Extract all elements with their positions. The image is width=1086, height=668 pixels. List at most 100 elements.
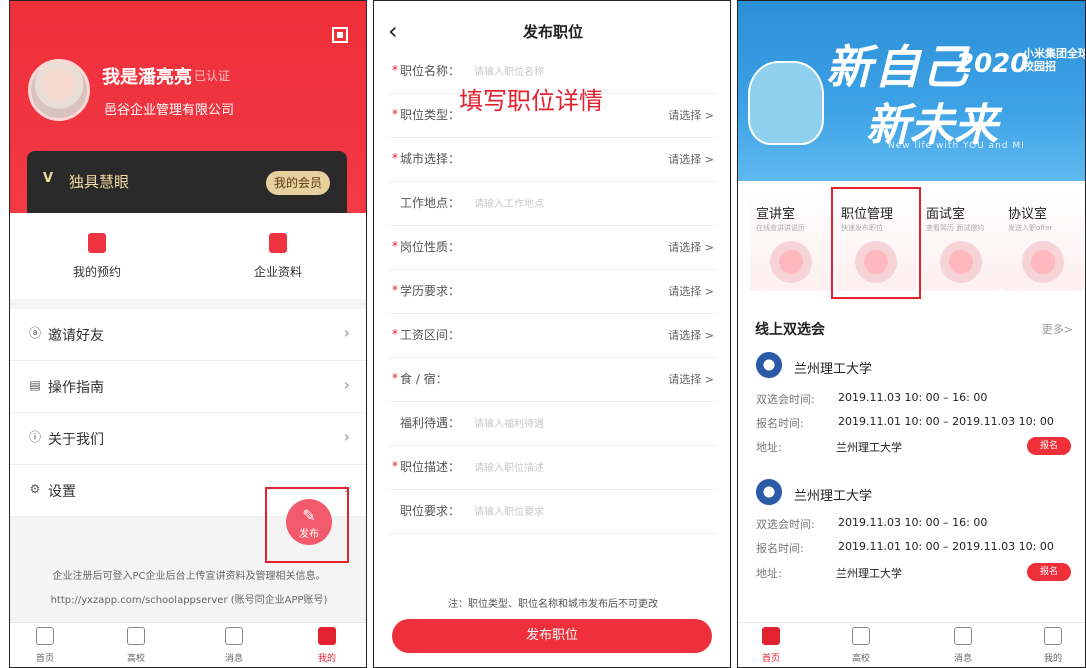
verified-badge: 已认证: [194, 69, 231, 83]
promo-banner[interactable]: 新自己 2020 小米集团全球校园招 新未来 New life with YOU…: [738, 1, 1086, 181]
quick-action-appointments[interactable]: 我的预约: [47, 233, 147, 280]
fair-time-label: 双选会时间:: [756, 393, 815, 406]
tab-home[interactable]: 首页: [746, 627, 796, 664]
info-icon: ⓘ: [28, 430, 41, 444]
my-membership-button[interactable]: 我的会员: [266, 171, 330, 195]
tab-schools[interactable]: 高校: [836, 627, 886, 664]
card-subtitle: 在线宣讲讲说历: [756, 224, 805, 232]
field-education[interactable]: * 学历要求： 请选择 >: [388, 269, 718, 314]
tab-mine[interactable]: 我的: [1028, 627, 1078, 664]
menu-item-invite[interactable]: ⓐ 邀请好友 ›: [10, 309, 366, 361]
field-job-nature[interactable]: * 岗位性质： 请选择 >: [388, 225, 718, 270]
field-label: 城市选择：: [400, 152, 461, 166]
menu-item-about[interactable]: ⓘ 关于我们 ›: [10, 413, 366, 465]
menu-item-label: 操作指南: [48, 380, 104, 396]
quick-actions: 我的预约 企业资料: [10, 213, 366, 299]
book-icon: ▤: [29, 378, 41, 392]
megaphone-icon: [770, 241, 812, 283]
vip-icon: V: [43, 171, 54, 186]
field-label: 福利待遇：: [400, 416, 461, 430]
quick-action-label: 企业资料: [253, 265, 302, 279]
bottom-tab-bar: 首页 高校 消息 我的: [738, 622, 1085, 667]
field-placeholder[interactable]: 请输入工作地点: [474, 195, 544, 210]
gear-icon: ⚙: [29, 482, 41, 496]
banner-year: 2020: [956, 49, 1029, 79]
field-work-location[interactable]: 工作地点： 请输入工作地点: [388, 181, 718, 226]
banner-company: 小米集团全球校园招: [1023, 47, 1086, 73]
field-placeholder[interactable]: 请输入职位名称: [474, 63, 544, 78]
select-trigger[interactable]: 请选择 >: [668, 107, 714, 123]
menu-item-guide[interactable]: ▤ 操作指南 ›: [10, 361, 366, 413]
school-name[interactable]: 兰州理工大学: [794, 485, 872, 504]
required-mark: *: [392, 151, 398, 165]
field-benefits[interactable]: 福利待遇： 请输入福利待遇: [388, 401, 718, 446]
card-interview-room[interactable]: 面试室 查看简历 面试邀约: [920, 189, 1002, 291]
section-title: 线上双选会: [755, 322, 825, 338]
register-button[interactable]: 报名: [1027, 437, 1071, 455]
signup-time-value: 2019.11.01 10: 00 – 2019.11.03 10: 00: [838, 415, 1054, 428]
page-title: 发布职位: [522, 23, 583, 41]
menu-item-label: 设置: [48, 484, 76, 500]
building-icon: [852, 627, 870, 645]
publish-job-button[interactable]: 发布职位: [392, 619, 712, 653]
card-title: 协议室: [1008, 207, 1048, 222]
tab-label: 高校: [851, 654, 870, 664]
person-icon: ⓐ: [28, 326, 41, 340]
select-trigger[interactable]: 请选择 >: [668, 283, 714, 299]
field-salary[interactable]: * 工资区间： 请选择 >: [388, 313, 718, 358]
field-placeholder[interactable]: 请输入职位描述: [474, 459, 544, 474]
banner-headline-1: 新自己: [826, 40, 970, 94]
tab-messages[interactable]: 消息: [209, 627, 259, 664]
quick-action-company-info[interactable]: 企业资料: [228, 233, 328, 280]
signup-time-value: 2019.11.01 10: 00 – 2019.11.03 10: 00: [838, 540, 1054, 553]
field-label: 职位要求：: [400, 504, 461, 518]
tab-messages[interactable]: 消息: [938, 627, 988, 664]
home-icon: [762, 627, 780, 645]
select-trigger[interactable]: 请选择 >: [668, 327, 714, 343]
field-label: 食 / 宿：: [400, 372, 448, 386]
card-agreement-room[interactable]: 协议室 发送入职offer: [1002, 189, 1084, 291]
tab-home[interactable]: 首页: [20, 627, 70, 664]
fair-time-value: 2019.11.03 10: 00 – 16: 00: [838, 516, 988, 529]
field-job-requirements[interactable]: 职位要求： 请输入职位要求: [388, 489, 718, 534]
menu-item-label: 关于我们: [48, 432, 104, 448]
signup-time-label: 报名时间:: [756, 542, 804, 555]
tab-label: 消息: [224, 654, 243, 664]
required-mark: *: [392, 371, 398, 385]
select-trigger[interactable]: 请选择 >: [668, 239, 714, 255]
field-job-description[interactable]: * 职位描述： 请输入职位描述: [388, 445, 718, 490]
card-presentation-room[interactable]: 宣讲室 在线宣讲讲说历: [750, 189, 832, 291]
field-board-lodging[interactable]: * 食 / 宿： 请选择 >: [388, 357, 718, 402]
field-placeholder[interactable]: 请输入职位要求: [474, 503, 544, 518]
tab-schools[interactable]: 高校: [111, 627, 161, 664]
register-button[interactable]: 报名: [1027, 563, 1071, 581]
address-label: 地址:: [756, 441, 782, 454]
field-label: 学历要求：: [400, 284, 461, 298]
vip-card[interactable]: V 独具慧眼 我的会员: [27, 151, 347, 213]
required-mark: *: [392, 107, 398, 121]
required-mark: *: [392, 283, 398, 297]
tab-mine[interactable]: 我的: [302, 627, 352, 664]
info-url[interactable]: http://yxzapp.com/schoolappserver (账号同企业…: [10, 591, 366, 606]
pen-icon: ✎: [302, 506, 316, 525]
select-trigger[interactable]: 请选择 >: [668, 151, 714, 167]
user-name: 我是潘亮亮: [102, 67, 192, 88]
select-trigger[interactable]: 请选择 >: [668, 371, 714, 387]
field-city[interactable]: * 城市选择： 请选择 >: [388, 137, 718, 182]
vip-title: 独具慧眼: [69, 173, 130, 191]
qr-code-icon[interactable]: [332, 27, 348, 43]
tab-label: 我的: [317, 654, 336, 664]
chevron-right-icon: ›: [343, 375, 350, 394]
school-name[interactable]: 兰州理工大学: [794, 358, 872, 377]
calendar-icon: [88, 233, 106, 253]
field-placeholder[interactable]: 请输入福利待遇: [474, 415, 544, 430]
chevron-right-icon: ›: [343, 427, 350, 446]
fair-time-value: 2019.11.03 10: 00 – 16: 00: [838, 391, 988, 404]
avatar[interactable]: [28, 59, 90, 121]
required-mark: *: [392, 327, 398, 341]
more-link[interactable]: 更多>: [1042, 321, 1073, 337]
required-mark: *: [392, 459, 398, 473]
tab-label: 消息: [953, 654, 972, 664]
home-screen: 新自己 2020 小米集团全球校园招 新未来 New life with YOU…: [737, 0, 1086, 668]
publish-fab-button[interactable]: ✎ 发布: [286, 499, 332, 545]
